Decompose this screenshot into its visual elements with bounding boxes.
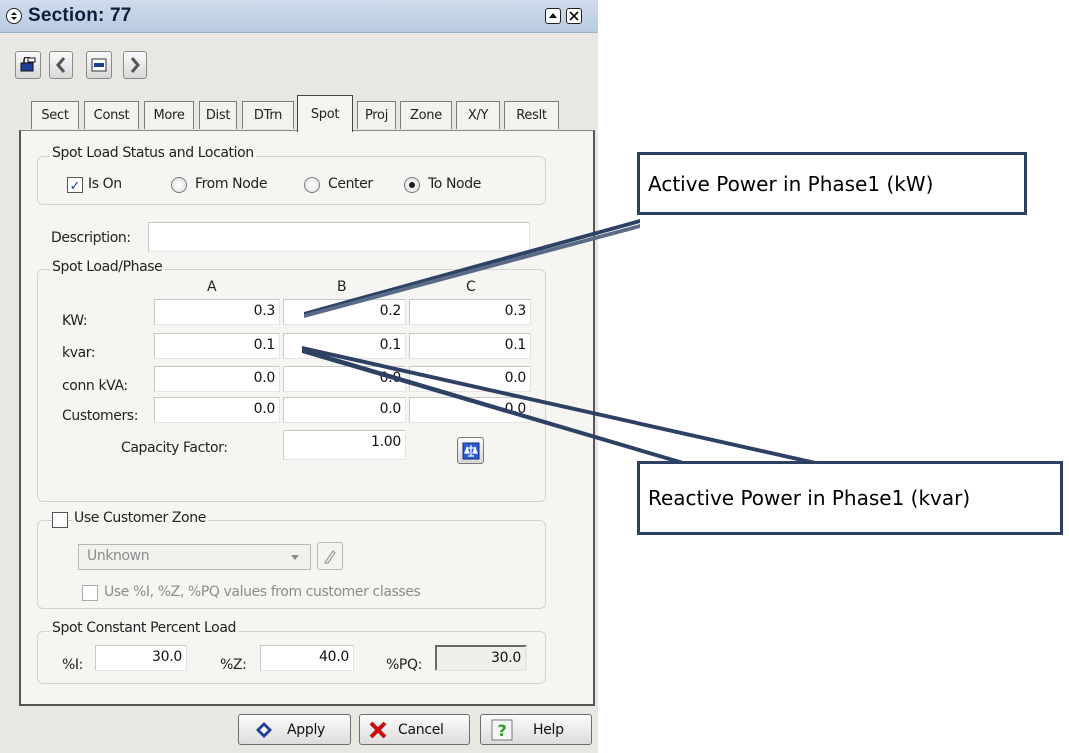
- active-power-leader-shadow: [304, 224, 640, 318]
- callout-leader-lines: [302, 219, 820, 470]
- tab-spot[interactable]: Spot: [297, 95, 353, 132]
- reactive-power-callout: Reactive Power in Phase1 (kvar): [637, 461, 1063, 535]
- reactive-power-leader: [302, 346, 820, 466]
- reactive-power-leader-2: [302, 348, 700, 470]
- active-power-callout: Active Power in Phase1 (kW): [637, 152, 1027, 215]
